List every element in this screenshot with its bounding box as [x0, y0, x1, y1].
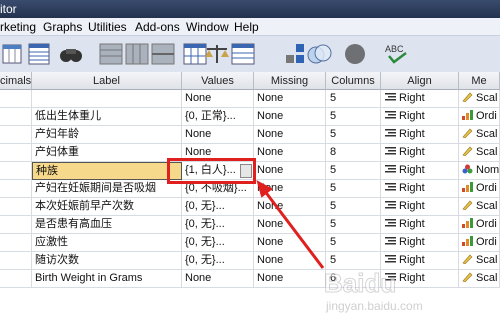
- svg-text:Baidu: Baidu: [324, 268, 396, 298]
- svg-text:jingyan.baidu.com: jingyan.baidu.com: [325, 299, 423, 313]
- watermark-logo: Baidu jingyan.baidu.com: [324, 268, 423, 314]
